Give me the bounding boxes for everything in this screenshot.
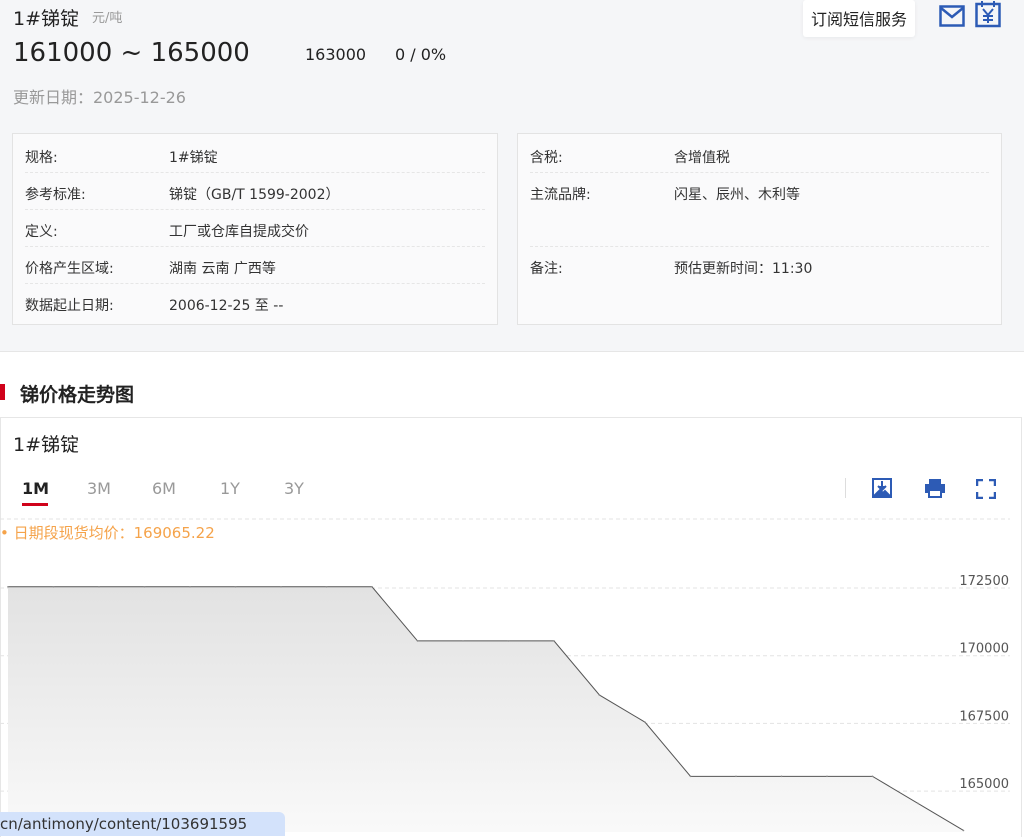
section-title: 锑价格走势图 [20, 384, 135, 406]
data-point[interactable] [644, 721, 646, 723]
range-tab-6M[interactable]: 6M [152, 479, 176, 498]
spec-row: 主流品牌: 闪星、辰州、木利等 [530, 173, 989, 247]
data-point[interactable] [143, 585, 146, 588]
y-tick-label: 167500 [959, 709, 1009, 724]
chart-title: 1#锑锭 [13, 434, 80, 456]
data-point[interactable] [689, 775, 692, 778]
spec-row: 含税: 含增值税 [530, 136, 989, 173]
data-point[interactable] [553, 640, 555, 642]
calendar-yuan-icon[interactable] [975, 0, 1001, 28]
spec-table-right: 含税: 含增值税主流品牌: 闪星、辰州、木利等备注: 预估更新时间：11:30 [517, 133, 1002, 325]
price-range: 161000 ~ 165000 [13, 38, 250, 68]
spec-value: 湖南 云南 广西等 [169, 261, 276, 277]
y-tick-label: 172500 [959, 574, 1009, 589]
data-point[interactable] [98, 585, 100, 588]
data-point[interactable] [826, 775, 828, 778]
data-point[interactable] [871, 775, 874, 778]
y-tick-label: 170000 [959, 642, 1009, 657]
spec-value: 锑锭（GB/T 1599-2002） [169, 187, 340, 203]
spec-value: 1#锑锭 [169, 150, 218, 166]
range-tab-1M[interactable]: 1M [22, 479, 49, 498]
unit: 元/吨 [92, 11, 123, 26]
data-point[interactable] [780, 775, 783, 778]
data-point[interactable] [52, 585, 55, 588]
status-url: cn/antimony/content/103691595 [0, 812, 285, 836]
spec-value: 含增值税 [674, 150, 730, 166]
data-point[interactable] [507, 640, 510, 642]
spec-row: 备注: 预估更新时间：11:30 [530, 247, 989, 284]
price-chart: 172500 170000 167500 165000 [0, 518, 1010, 832]
price-area [8, 586, 964, 832]
spec-value: 闪星、辰州、木利等 [674, 187, 800, 203]
spec-value: 2006-12-25 至 -- [169, 298, 284, 314]
range-tab-3M[interactable]: 3M [87, 479, 111, 498]
mail-icon[interactable] [939, 5, 965, 27]
range-tab-1Y[interactable]: 1Y [220, 479, 240, 498]
spec-row: 参考标准: 锑锭（GB/T 1599-2002） [25, 173, 485, 210]
download-image-icon[interactable] [872, 478, 892, 498]
update-date: 更新日期：2025-12-26 [13, 88, 186, 107]
range-tab-3Y[interactable]: 3Y [284, 479, 304, 498]
y-tick-label: 165000 [959, 777, 1009, 792]
data-point[interactable] [7, 585, 9, 588]
spec-value: 工厂或仓库自提成交价 [169, 224, 309, 240]
data-point[interactable] [325, 585, 328, 588]
fullscreen-icon[interactable] [976, 479, 996, 499]
spec-row: 定义: 工厂或仓库自提成交价 [25, 210, 485, 247]
spec-label: 数据起止日期: [25, 298, 114, 314]
spec-label: 主流品牌: [530, 187, 591, 203]
subscribe-sms-tooltip: 订阅短信服务 [803, 0, 916, 37]
data-point[interactable] [371, 585, 373, 588]
data-point[interactable] [917, 802, 919, 805]
data-point[interactable] [962, 829, 965, 832]
spec-value: 预估更新时间：11:30 [674, 261, 813, 277]
print-icon[interactable] [924, 478, 946, 498]
section-marker [0, 384, 5, 400]
spec-label: 定义: [25, 224, 58, 240]
spec-row: 数据起止日期: 2006-12-25 至 -- [25, 284, 485, 321]
spec-label: 规格: [25, 150, 58, 166]
data-point[interactable] [234, 585, 237, 588]
data-point[interactable] [416, 640, 419, 642]
data-point[interactable] [598, 694, 601, 696]
spec-label: 含税: [530, 150, 563, 166]
spec-label: 参考标准: [25, 187, 86, 203]
spec-label: 备注: [530, 261, 563, 277]
average-price: 163000 [305, 45, 367, 64]
data-point[interactable] [280, 585, 282, 588]
data-point[interactable] [735, 775, 737, 778]
active-tab-indicator [22, 503, 48, 506]
price-header: 1#锑锭 元/吨 161000 ~ 165000 163000 0 / 0% 更… [0, 0, 1024, 352]
data-point[interactable] [189, 585, 191, 588]
divider [845, 478, 846, 498]
product-name: 1#锑锭 [13, 8, 80, 30]
price-change: 0 / 0% [395, 45, 447, 64]
spec-row: 价格产生区域: 湖南 云南 广西等 [25, 247, 485, 284]
spec-label: 价格产生区域: [25, 261, 114, 277]
spec-row: 规格: 1#锑锭 [25, 136, 485, 173]
spec-table-left: 规格: 1#锑锭参考标准: 锑锭（GB/T 1599-2002） 定义: 工厂或仓库自提… [12, 133, 498, 325]
data-point[interactable] [462, 640, 464, 642]
